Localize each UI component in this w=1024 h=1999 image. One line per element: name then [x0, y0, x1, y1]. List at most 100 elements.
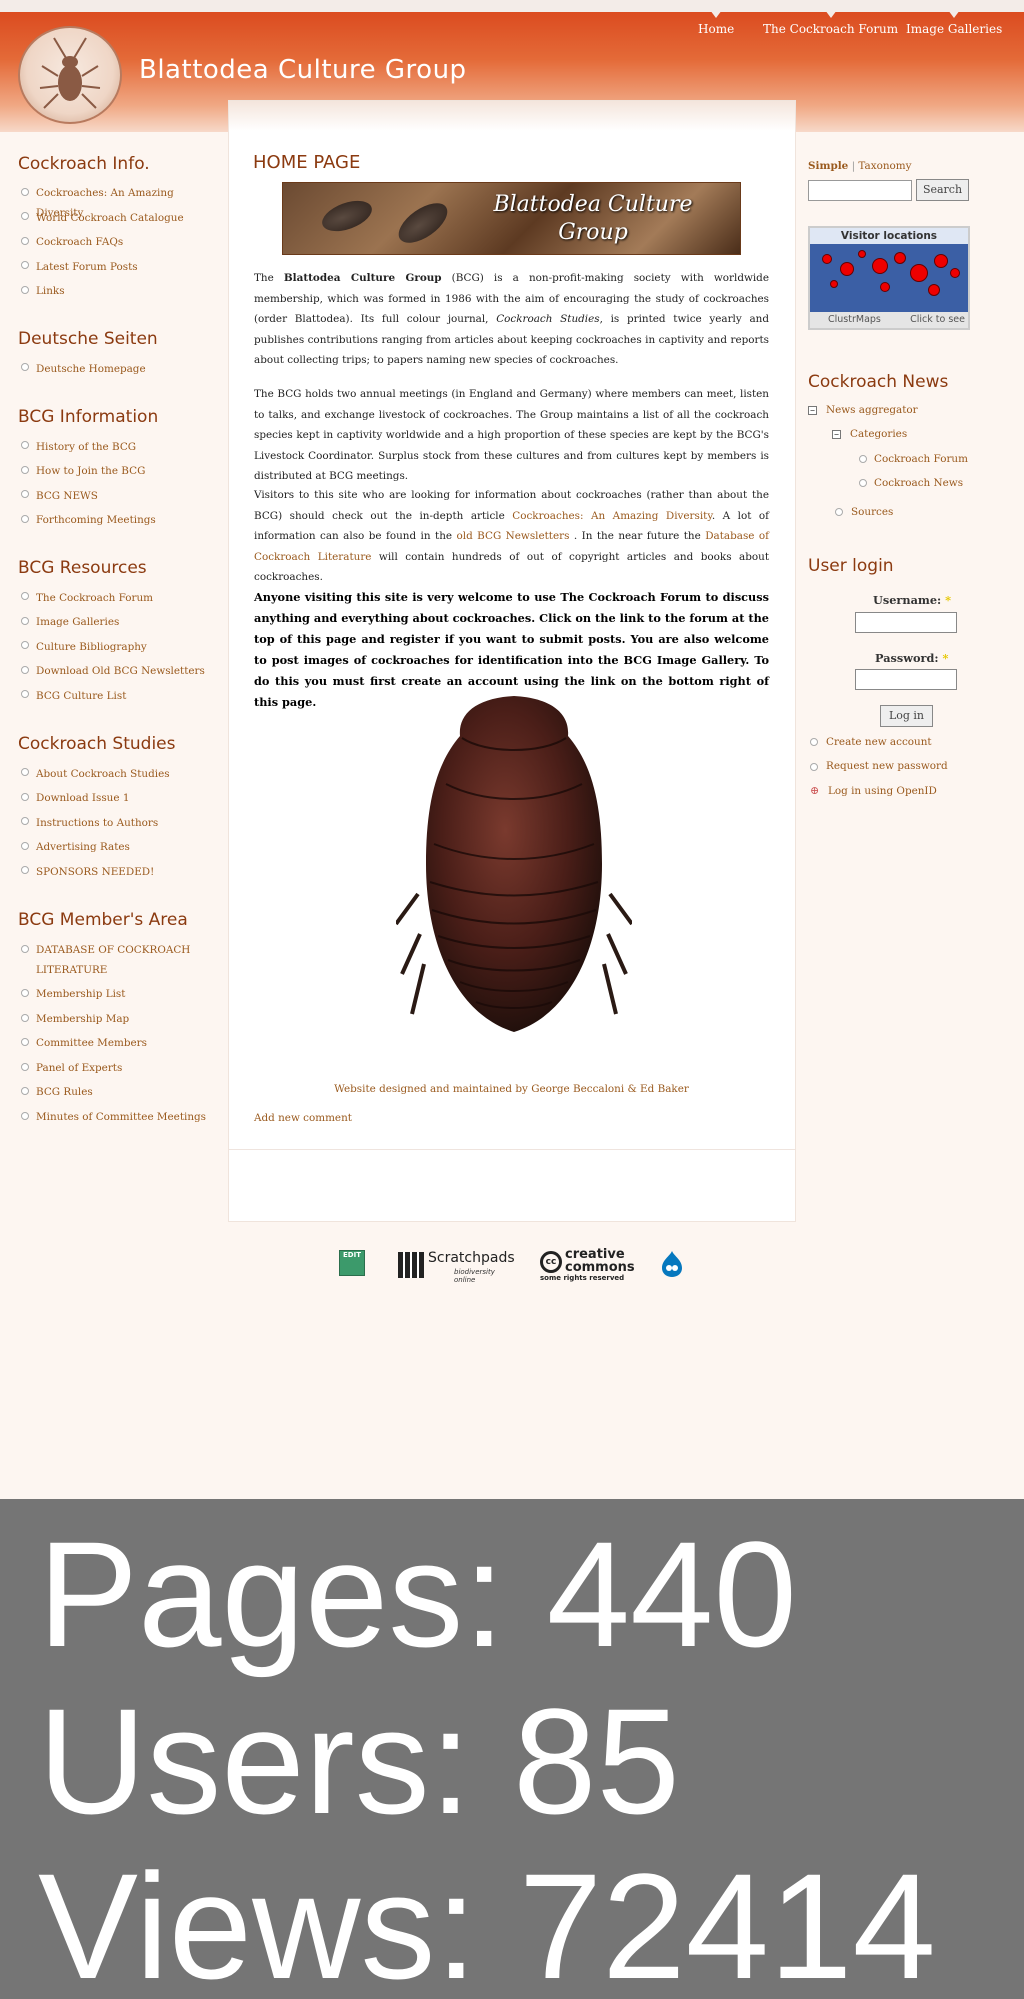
stats-panel: Pages: 440 Users: 85 Views: 72414	[0, 1499, 1024, 1999]
sidebar-item-committee-minutes[interactable]: Minutes of Committee Meetings	[36, 1107, 216, 1127]
sidebar-item-bcg-rules[interactable]: BCG Rules	[36, 1082, 216, 1102]
nav-forum[interactable]: The Cockroach Forum	[763, 10, 899, 36]
panel-divider	[229, 1149, 795, 1150]
news-aggregator-link[interactable]: News aggregator	[826, 404, 918, 416]
sidebar-item-latest-forum-posts[interactable]: Latest Forum Posts	[36, 257, 216, 277]
sidebar-item-world-catalogue[interactable]: World Cockroach Catalogue	[36, 208, 216, 228]
bullet-icon	[21, 690, 29, 698]
search-tab-taxonomy[interactable]: Taxonomy	[858, 160, 911, 172]
search-tab-simple[interactable]: Simple	[808, 160, 848, 172]
sidebar-item-history[interactable]: History of the BCG	[36, 437, 216, 457]
amazing-diversity-link[interactable]: Cockroaches: An Amazing Diversity	[512, 510, 712, 522]
sidebar-item-membership-list[interactable]: Membership List	[36, 984, 216, 1004]
add-comment-label[interactable]: Add new comment	[254, 1112, 352, 1124]
bullet-icon	[21, 592, 29, 600]
visitor-dot	[872, 258, 888, 274]
site-credit[interactable]: Website designed and maintained by Georg…	[254, 1083, 769, 1095]
scratchpads-logo[interactable]: Scratchpads biodiversity online	[398, 1250, 515, 1284]
sidebar-item-bcg-news[interactable]: BCG NEWS	[36, 486, 216, 506]
nav-notch	[948, 10, 961, 18]
sidebar-item-advertising-rates[interactable]: Advertising Rates	[36, 837, 216, 857]
bcg-logo[interactable]	[18, 26, 122, 124]
news-cockroach-forum-link[interactable]: Cockroach Forum	[874, 453, 968, 465]
block-title-user-login: User login	[808, 556, 894, 576]
sidebar-item-faqs[interactable]: Cockroach FAQs	[36, 232, 216, 252]
collapse-icon[interactable]: −	[832, 430, 841, 439]
edit-logo[interactable]: EDIT	[339, 1250, 365, 1276]
sidebar-item-cockroach-forum[interactable]: The Cockroach Forum	[36, 588, 216, 608]
visitor-dot	[934, 254, 948, 268]
creative-commons-logo[interactable]: cc creative commons some rights reserved	[540, 1247, 635, 1282]
sidebar-item-old-newsletters[interactable]: Download Old BCG Newsletters	[36, 661, 216, 681]
clustr-hint: Click to see	[910, 314, 965, 325]
bullet-icon	[21, 1063, 29, 1071]
nav-home[interactable]: Home	[698, 10, 734, 36]
search-input[interactable]	[808, 180, 912, 201]
news-sources-link[interactable]: Sources	[851, 506, 893, 518]
sidebar-item-committee-members[interactable]: Committee Members	[36, 1033, 216, 1053]
visitor-dot	[822, 254, 832, 264]
news-cockroach-news-link[interactable]: Cockroach News	[874, 477, 963, 489]
sidebar-item-literature-database[interactable]: DATABASE OF COCKROACH LITERATURE	[36, 940, 211, 980]
sidebar-item-culture-list[interactable]: BCG Culture List	[36, 686, 216, 706]
sidebar-item-forthcoming-meetings[interactable]: Forthcoming Meetings	[36, 510, 216, 530]
cockroach-photo	[394, 694, 634, 1040]
cc-sub: some rights reserved	[540, 1274, 625, 1282]
nav-notch	[710, 10, 723, 18]
site-name[interactable]: Blattodea Culture Group	[139, 55, 467, 85]
visitor-dot	[928, 284, 940, 296]
visitor-dot	[840, 262, 854, 276]
sidebar-item-about-studies[interactable]: About Cockroach Studies	[36, 764, 216, 784]
bullet-icon	[21, 237, 29, 245]
credit-link[interactable]: Website designed and maintained by Georg…	[334, 1083, 689, 1095]
request-password-link[interactable]: Request new password	[826, 760, 948, 772]
bullet-icon	[21, 466, 29, 474]
bullet-icon	[21, 1112, 29, 1120]
bullet-icon	[21, 641, 29, 649]
visitor-dot	[950, 268, 960, 278]
sidebar-item-download-issue-1[interactable]: Download Issue 1	[36, 788, 216, 808]
edit-logo-text: EDIT	[343, 1251, 361, 1259]
visitor-dot	[910, 264, 928, 282]
sidebar-item-culture-bibliography[interactable]: Culture Bibliography	[36, 637, 216, 657]
intro-paragraph: The Blattodea Culture Group (BCG) is a n…	[254, 268, 769, 371]
nav-forum-label: The Cockroach Forum	[763, 22, 899, 36]
username-field[interactable]	[855, 612, 957, 633]
openid-login-link[interactable]: Log in using OpenID	[828, 785, 937, 797]
collapse-icon[interactable]: −	[808, 406, 817, 415]
drupal-logo-icon[interactable]	[660, 1250, 684, 1278]
panel-shade	[229, 101, 795, 131]
bullet-icon	[21, 286, 29, 294]
sidebar-item-how-to-join[interactable]: How to Join the BCG	[36, 461, 216, 481]
visitor-dot	[830, 280, 838, 288]
search-button[interactable]: Search	[916, 179, 969, 201]
sidebar-item-deutsche-homepage[interactable]: Deutsche Homepage	[36, 359, 216, 379]
bullet-icon	[810, 763, 818, 771]
nav-image-galleries[interactable]: Image Galleries	[906, 10, 1002, 36]
sidebar-item-panel-of-experts[interactable]: Panel of Experts	[36, 1058, 216, 1078]
login-button[interactable]: Log in	[880, 705, 933, 727]
bullet-icon	[21, 261, 29, 269]
intro-bold-name: Blattodea Culture Group	[283, 272, 442, 284]
password-field[interactable]	[855, 669, 957, 690]
bullet-icon	[21, 1038, 29, 1046]
bullet-icon	[21, 188, 29, 196]
sidebar-item-instructions-to-authors[interactable]: Instructions to Authors	[36, 813, 216, 833]
sidebar-item-sponsors-needed[interactable]: SPONSORS NEEDED!	[36, 862, 216, 882]
banner-roach-2	[392, 195, 454, 251]
clustr-footer: ClustrMaps Click to see	[810, 312, 968, 328]
sidebar-item-membership-map[interactable]: Membership Map	[36, 1009, 216, 1029]
sidebar-item-links[interactable]: Links	[36, 281, 216, 301]
add-comment-link[interactable]: Add new comment	[254, 1112, 352, 1124]
meetings-paragraph: The BCG holds two annual meetings (in En…	[254, 388, 769, 482]
old-newsletters-link[interactable]: old BCG Newsletters	[456, 530, 573, 542]
sidebar-item-image-galleries[interactable]: Image Galleries	[36, 612, 216, 632]
news-categories-link[interactable]: Categories	[850, 428, 907, 440]
clustr-brand: ClustrMaps	[828, 314, 881, 325]
clustrmaps-widget[interactable]: Visitor locations ClustrMaps Click to se…	[808, 226, 970, 330]
cc-label: creative commons	[565, 1247, 635, 1275]
visitors-paragraph: Visitors to this site who are looking fo…	[254, 485, 769, 588]
create-account-link[interactable]: Create new account	[826, 736, 932, 748]
block-title-cockroach-info: Cockroach Info.	[18, 154, 150, 174]
banner-roach-1	[318, 194, 376, 238]
